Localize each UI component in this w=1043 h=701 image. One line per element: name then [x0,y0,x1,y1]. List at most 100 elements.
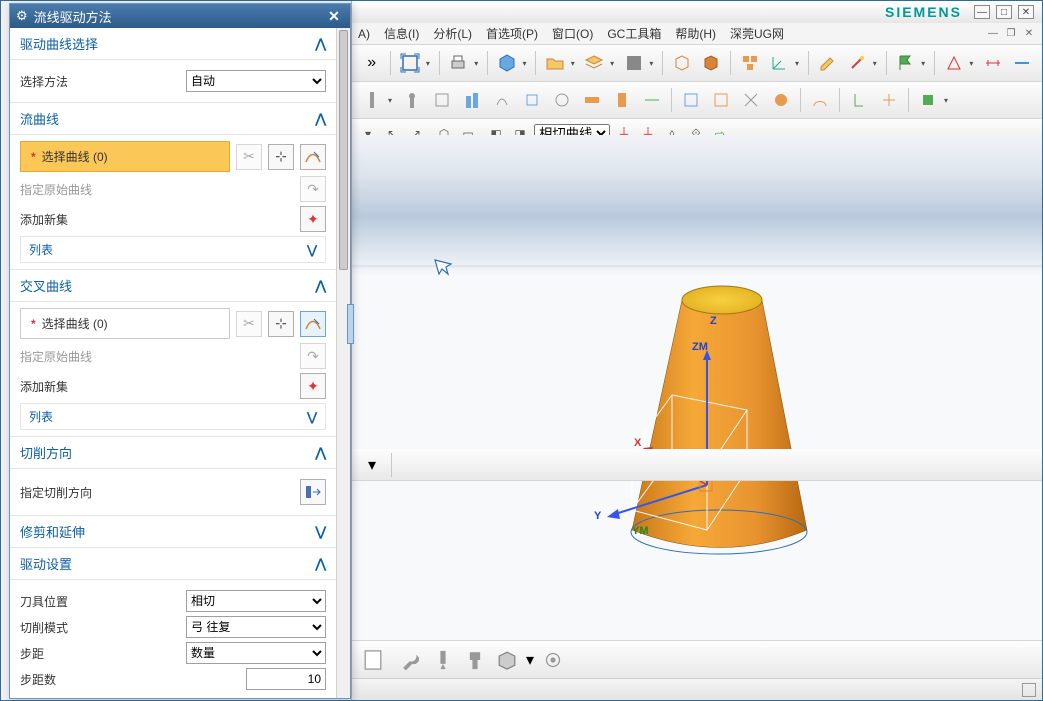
tool-icon[interactable] [548,86,576,114]
close-icon[interactable]: ✕ [324,8,344,25]
section-drive-set[interactable]: 驱动设置 ⋀ [10,548,336,580]
drill-icon[interactable] [430,647,456,673]
tool-icon[interactable] [358,86,386,114]
dropdown-icon[interactable]: ▾ [571,59,579,68]
dimension-icon[interactable] [979,49,1006,77]
curve-pick-icon[interactable] [300,311,326,337]
tool-icon[interactable] [806,86,834,114]
dropdown-icon[interactable]: ▾ [873,59,881,68]
add-point-icon[interactable]: ⊹ [268,144,294,170]
method-combo[interactable]: 自动 [186,70,326,92]
add-set-icon[interactable]: ✦ [300,206,326,232]
mdi-close-icon[interactable]: ✕ [1022,28,1036,40]
cut-direction-icon[interactable] [300,479,326,505]
tool-icon[interactable] [767,86,795,114]
close-window-button[interactable]: ✕ [1018,5,1034,19]
tool-icon[interactable] [398,86,426,114]
window-buttons: — □ ✕ [974,5,1034,19]
print-icon[interactable] [445,49,472,77]
tool-icon[interactable]: ▾ [358,451,386,479]
section-cross-curve[interactable]: 交叉曲线 ⋀ [10,270,336,302]
red-triangle-icon[interactable] [940,49,967,77]
menu-a[interactable]: A) [358,27,370,41]
layer-icon[interactable] [581,49,608,77]
viewport-3d[interactable]: ZM Z Y YM X [352,135,1042,640]
cut-mode-combo[interactable]: 弓 往复 [186,616,326,638]
menu-gctools[interactable]: GC工具箱 [607,25,661,42]
mill-icon[interactable] [462,647,488,673]
tool-icon[interactable] [518,86,546,114]
tool-pos-combo[interactable]: 相切 [186,590,326,612]
dropdown-icon[interactable]: ▾ [969,59,977,68]
tool-icon[interactable] [488,86,516,114]
shade-icon[interactable] [620,49,647,77]
gear-small-icon[interactable] [540,647,566,673]
folder-icon[interactable] [541,49,568,77]
curve-pick-icon[interactable] [300,144,326,170]
dropdown-icon[interactable]: ▾ [921,59,929,68]
minimize-button[interactable]: — [974,5,990,19]
tool-icon[interactable] [578,86,606,114]
menu-help[interactable]: 帮助(H) [675,25,716,42]
dialog-scrollbar[interactable] [336,28,350,698]
resize-grip-icon[interactable] [1022,683,1036,697]
add-set-icon[interactable]: ✦ [300,373,326,399]
cube-solid-icon[interactable] [698,49,725,77]
magic-icon[interactable] [843,49,870,77]
scrollbar-thumb[interactable] [339,30,348,270]
tool-icon[interactable] [737,86,765,114]
menu-window[interactable]: 窗口(O) [552,25,593,42]
step-combo[interactable]: 数量 [186,642,326,664]
section-drive-curve-sel[interactable]: 驱动曲线选择 ⋀ [10,28,336,60]
section-trim-ext[interactable]: 修剪和延伸 ⋁ [10,516,336,548]
toolbar-overflow-icon[interactable]: » [358,49,385,77]
mdi-minimize-icon[interactable]: — [986,28,1000,40]
required-asterisk-icon: * [31,150,36,164]
cube-wire-icon[interactable] [668,49,695,77]
cube-blue-icon[interactable] [493,49,520,77]
dropdown-icon[interactable]: ▾ [795,59,803,68]
dimension2-icon[interactable] [1009,49,1036,77]
dropdown-icon[interactable]: ▾ [610,59,618,68]
menu-info[interactable]: 信息(I) [384,25,419,42]
list-toggle[interactable]: 列表 ⋁ [20,236,326,263]
dialog-resizer[interactable] [347,304,354,344]
fit-view-icon[interactable] [396,49,423,77]
tool-icon[interactable] [845,86,873,114]
flag-icon[interactable] [892,49,919,77]
menu-ugnet[interactable]: 深莞UG网 [730,25,784,42]
assembly-icon[interactable] [736,49,763,77]
dropdown-icon[interactable]: ▾ [474,59,482,68]
csys-icon[interactable] [766,49,793,77]
wrench-icon[interactable] [398,647,424,673]
box-icon[interactable] [494,647,520,673]
dropdown-icon[interactable]: ▾ [522,59,530,68]
menu-analyze[interactable]: 分析(L) [433,25,472,42]
section-flow-curve[interactable]: 流曲线 ⋀ [10,103,336,135]
menu-prefs[interactable]: 首选项(P) [486,25,538,42]
sheet-icon[interactable] [360,647,386,673]
tool-icon[interactable] [677,86,705,114]
building-icon[interactable] [458,86,486,114]
tool-icon[interactable] [638,86,666,114]
dialog-titlebar[interactable]: ⚙ 流线驱动方法 ✕ [10,4,350,28]
select-curve-button[interactable]: * 选择曲线 (0) [20,141,230,172]
toolbar-mid: ▾ [352,449,1042,481]
add-point-icon[interactable]: ⊹ [268,311,294,337]
list-toggle[interactable]: 列表 ⋁ [20,403,326,430]
tool-icon[interactable] [875,86,903,114]
tool-icon[interactable] [428,86,456,114]
mdi-restore-icon[interactable]: ❐ [1004,28,1018,40]
tool-icon[interactable] [608,86,636,114]
footer [352,678,1042,700]
dropdown-icon[interactable]: ▾ [426,59,434,68]
select-curve-button[interactable]: * 选择曲线 (0) [20,308,230,339]
edit-icon[interactable] [814,49,841,77]
step-count-input[interactable] [246,668,326,690]
maximize-button[interactable]: □ [996,5,1012,19]
section-cut-dir[interactable]: 切削方向 ⋀ [10,437,336,469]
dropdown-icon[interactable]: ▾ [649,59,657,68]
tool-icon[interactable] [914,86,942,114]
cursor-icon [432,257,454,285]
tool-icon[interactable] [707,86,735,114]
